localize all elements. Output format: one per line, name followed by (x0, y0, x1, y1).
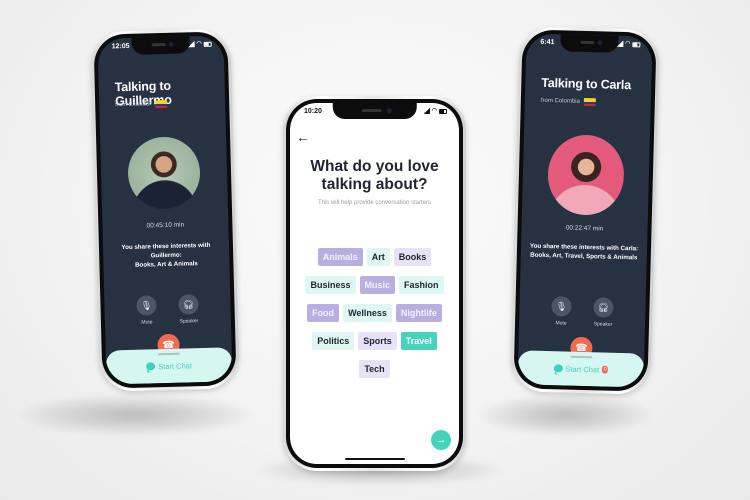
headphones-icon: 🎧︎ (178, 294, 199, 315)
speaker-label: Speaker (593, 321, 613, 328)
back-button[interactable]: ← (296, 129, 310, 145)
country-label: from Colombia (540, 97, 580, 105)
phone-right: 6:41 ◠ Talking to Carla from Colombia 00… (510, 26, 660, 395)
floor-shadow-right (480, 395, 650, 435)
battery-icon (439, 108, 447, 114)
page-title: What do you love talking about? (310, 158, 439, 193)
start-chat-label: Start Chat (158, 360, 193, 371)
chip-animals[interactable]: Animals (317, 248, 363, 266)
wifi-icon: ◠ (431, 108, 437, 114)
mute-button[interactable]: 🎙︎ Mute (551, 296, 572, 327)
colombia-flag-icon (583, 97, 596, 107)
start-chat-label: Start Chat (565, 364, 600, 374)
chip-travel[interactable]: Travel (400, 332, 437, 350)
next-button[interactable]: → (431, 430, 451, 450)
call-subtitle: from Colombia (540, 97, 596, 107)
mute-label: Mute (555, 320, 567, 327)
mic-off-icon: 🎙︎ (136, 295, 157, 316)
battery-icon (203, 41, 212, 47)
status-time: 6:41 (540, 38, 555, 47)
avatar (127, 136, 201, 210)
arrow-left-icon: ← (296, 129, 310, 145)
phone-left: 12:05 ◠ Talking to Guillermo from Ecuado… (90, 28, 240, 392)
chat-bubble-icon (146, 362, 156, 371)
status-bar: 12:05 ◠ (98, 40, 224, 53)
chip-politics[interactable]: Politics (312, 332, 355, 350)
mic-off-icon: 🎙︎ (551, 296, 572, 317)
speaker-button[interactable]: 🎧︎ Speaker (178, 294, 199, 325)
phone-center: 10:20 ◠ ← What do you love talking about… (283, 96, 466, 471)
page-subtitle: This will help provide conversation star… (317, 200, 432, 206)
unread-badge: 0 (602, 365, 609, 374)
battery-icon (632, 41, 641, 47)
chip-business[interactable]: Business (305, 276, 356, 294)
chip-fashion[interactable]: Fashion (399, 276, 444, 294)
headphones-icon: 🎧︎ (593, 297, 614, 318)
call-duration: 00:45:10 min (146, 221, 185, 230)
wifi-icon: ◠ (625, 40, 631, 48)
speaker-button[interactable]: 🎧︎ Speaker (593, 297, 614, 328)
start-chat-button[interactable]: Start Chat 0 (517, 350, 645, 388)
shared-interests-list: Books, Art, Travel, Sports & Animals (530, 251, 638, 262)
signal-icon (422, 108, 430, 114)
avatar (546, 134, 625, 216)
country-label: from Ecuador (115, 101, 152, 109)
chip-tech[interactable]: Tech (359, 360, 390, 378)
start-chat-button[interactable]: Start Chat (105, 347, 233, 385)
chip-music[interactable]: Music (359, 276, 396, 294)
interest-chips: Animals Art Books Business Music Fashion… (294, 248, 455, 378)
chip-wellness[interactable]: Wellness (343, 304, 392, 322)
shared-interests: You share these interests with Guillermo… (111, 241, 222, 271)
call-duration: 00:22:47 min (565, 224, 604, 233)
chip-art[interactable]: Art (366, 248, 390, 266)
mute-button[interactable]: 🎙︎ Mute (136, 295, 157, 326)
mute-label: Mute (141, 319, 153, 326)
chip-nightlife[interactable]: Nightlife (395, 304, 442, 322)
chip-books[interactable]: Books (393, 248, 432, 266)
status-bar: 10:20 ◠ (290, 108, 459, 118)
home-indicator (344, 458, 405, 460)
ecuador-flag-icon (155, 99, 168, 109)
call-screen-guillermo: 12:05 ◠ Talking to Guillermo from Ecuado… (97, 35, 233, 385)
call-title: Talking to Carla (541, 75, 632, 93)
chip-food[interactable]: Food (307, 304, 340, 322)
floor-shadow-left (20, 395, 250, 435)
speaker-label: Speaker (179, 318, 199, 325)
signal-icon (616, 40, 624, 47)
shared-interests-list: Books, Art & Animals (134, 260, 198, 269)
status-time: 12:05 (111, 42, 130, 51)
status-bar: 6:41 ◠ (526, 38, 652, 51)
call-subtitle: from Ecuador (115, 99, 168, 109)
signal-icon (187, 41, 195, 48)
status-time: 10:20 (304, 108, 322, 115)
call-screen-carla: 6:41 ◠ Talking to Carla from Colombia 00… (517, 33, 653, 388)
chat-bubble-icon (553, 364, 563, 373)
arrow-right-icon: → (435, 434, 447, 446)
shared-interests: You share these interests with Carla: Bo… (529, 242, 639, 263)
chip-sports[interactable]: Sports (358, 332, 397, 350)
interests-screen: 10:20 ◠ ← What do you love talking about… (290, 103, 459, 464)
wifi-icon: ◠ (196, 40, 202, 48)
